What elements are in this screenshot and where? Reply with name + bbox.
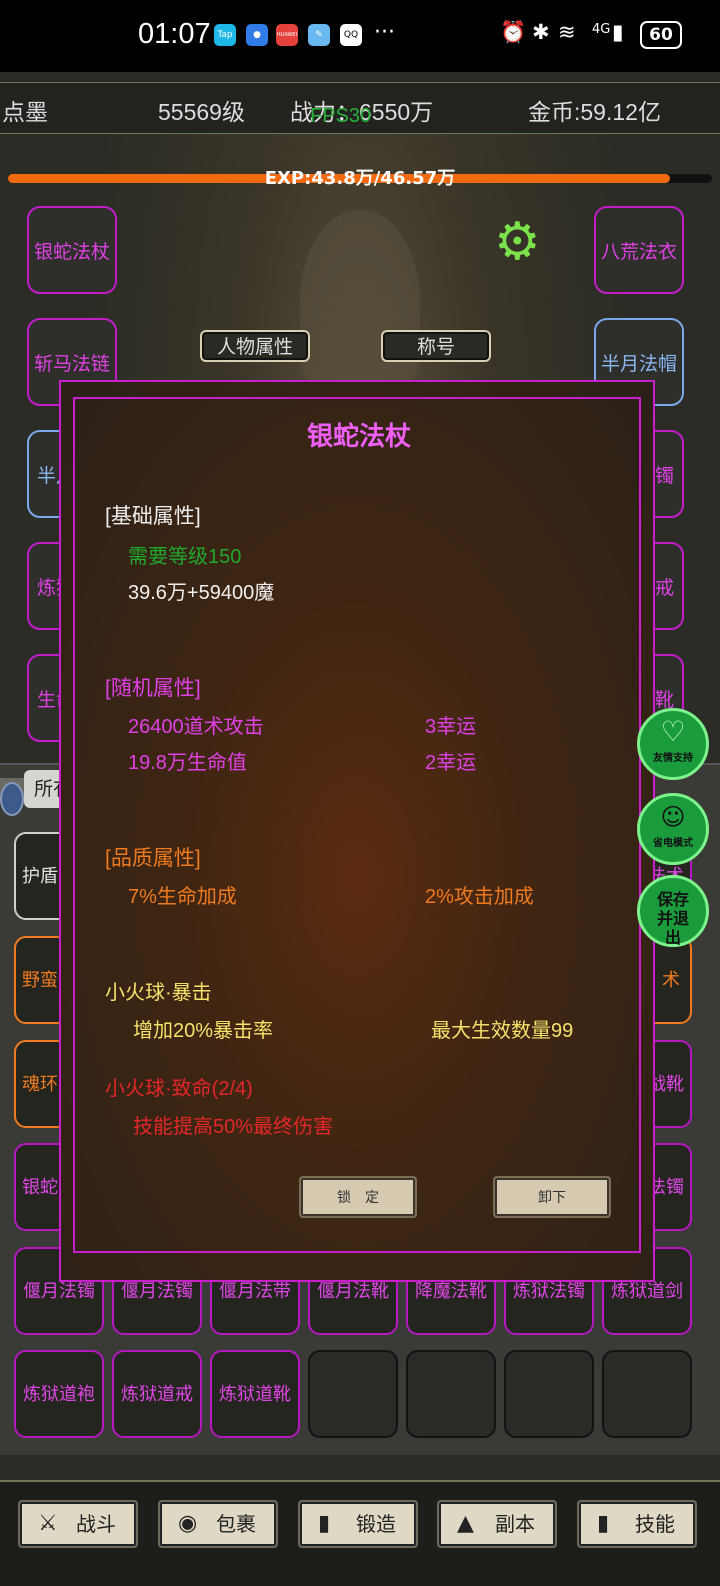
wifi-icon: ≋ [558,20,576,44]
tower-icon: ▲ [457,1511,474,1536]
bag-slot-empty[interactable] [406,1350,496,1438]
quality-attribute: 2%攻击加成 [425,886,534,908]
network-label: 4G [592,22,611,37]
book-icon: ▮ [597,1511,610,1536]
more-icon: ··· [374,20,395,45]
random-attribute: 2幸运 [425,752,477,774]
bag-item[interactable]: 炼狱道戒 [112,1350,202,1438]
app-icon: ● [246,24,268,46]
player-name: 点墨 [2,99,48,125]
gold-amount: 金币:59.12亿 [528,99,661,125]
signal-icon: ▮ [612,20,624,44]
bag-item[interactable]: 炼狱道袍 [14,1350,104,1438]
nav-forge-button[interactable]: ▮ 锻造 [298,1500,418,1548]
settings-gear-icon[interactable]: ⚙ [494,212,541,272]
lock-button[interactable]: 锁 定 [299,1176,417,1218]
bag-slot-empty[interactable] [504,1350,594,1438]
unequip-button[interactable]: 卸下 [493,1176,611,1218]
bag-slot-empty[interactable] [308,1350,398,1438]
battery-indicator: 60 [640,21,682,49]
character-figure [300,210,420,390]
bag-slot-empty[interactable] [602,1350,692,1438]
huawei-icon: HUAWEI [276,24,298,46]
player-level: 55569级 [158,99,245,125]
taptap-icon: Tap [214,24,236,46]
exp-text: EXP:43.8万/46.57万 [264,168,456,189]
tab-titles[interactable]: 称号 [381,330,491,362]
save-exit-label: 保存并退出 [656,890,689,947]
nav-bag-button[interactable]: ◉ 包裹 [158,1500,278,1548]
section-header-random: [随机属性] [105,677,201,700]
random-attribute: 19.8万生命值 [128,752,247,774]
equip-slot-weapon[interactable]: 银蛇法杖 [27,206,117,294]
base-attribute-value: 39.6万+59400魔 [128,582,275,604]
nav-skills-button[interactable]: ▮ 技能 [577,1500,697,1548]
random-attribute: 26400道术攻击 [128,716,264,738]
nav-label: 战斗 [76,1512,116,1536]
section-header-base: [基础属性] [105,505,201,528]
item-detail-dialog: 银蛇法杖 [基础属性] 需要等级150 39.6万+59400魔 [随机属性] … [59,380,655,1282]
bag-item[interactable]: 炼狱道靴 [210,1350,300,1438]
skill-name: 小火球·暴击 [105,982,212,1004]
skill-effect: 增加20%暴击率 [133,1020,274,1042]
save-exit-button[interactable]: 保存并退出 [637,875,709,947]
nav-label: 副本 [495,1512,535,1536]
random-attribute: 3幸运 [425,716,477,738]
item-title: 银蛇法杖 [306,422,411,452]
power-save-button[interactable]: ☺ 省电模式 [637,793,709,865]
power-save-label: 省电模式 [653,838,693,849]
support-label: 友情支持 [653,753,693,764]
skill-name: 小火球·致命(2/4) [105,1078,253,1100]
bluetooth-icon: ✱ [532,20,550,44]
quality-attribute: 7%生命加成 [128,886,237,908]
alarm-icon: ⏰ [500,20,527,44]
bag-icon: ◉ [178,1511,198,1536]
rabbit-icon: ☺ [660,803,686,831]
nav-label: 技能 [635,1512,675,1536]
player-header: 点墨 55569级 战力：6550万 金币:59.12亿 FPS30 [0,82,720,134]
status-bar: 01:07 Tap ● HUAWEI ✎ QQ ··· ⏰ ✱ ≋ 4G ▮ 6… [0,0,720,72]
equip-slot-armor[interactable]: 八荒法衣 [594,206,684,294]
qq-icon: QQ [340,24,362,46]
bag-item-label: 术 [662,970,680,991]
heart-icon: ♡ [660,715,686,748]
tab-character-attributes[interactable]: 人物属性 [200,330,310,362]
skill-effect: 技能提高50%最终伤害 [133,1116,334,1138]
section-header-quality: [品质属性] [105,847,201,870]
book-icon: ▮ [318,1511,331,1536]
required-level: 需要等级150 [128,546,242,568]
fps-counter: FPS30 [310,105,372,127]
clock: 01:07 [138,18,211,50]
crossed-swords-icon: ⚔ [38,1511,58,1536]
nav-label: 锻造 [356,1512,396,1536]
support-button[interactable]: ♡ 友情支持 [637,708,709,780]
nav-dungeon-button[interactable]: ▲ 副本 [437,1500,557,1548]
app-icon: ✎ [308,24,330,46]
avatar[interactable] [0,782,24,816]
skill-limit: 最大生效数量99 [431,1020,574,1042]
nav-label: 包裹 [216,1512,256,1536]
nav-battle-button[interactable]: ⚔ 战斗 [18,1500,138,1548]
